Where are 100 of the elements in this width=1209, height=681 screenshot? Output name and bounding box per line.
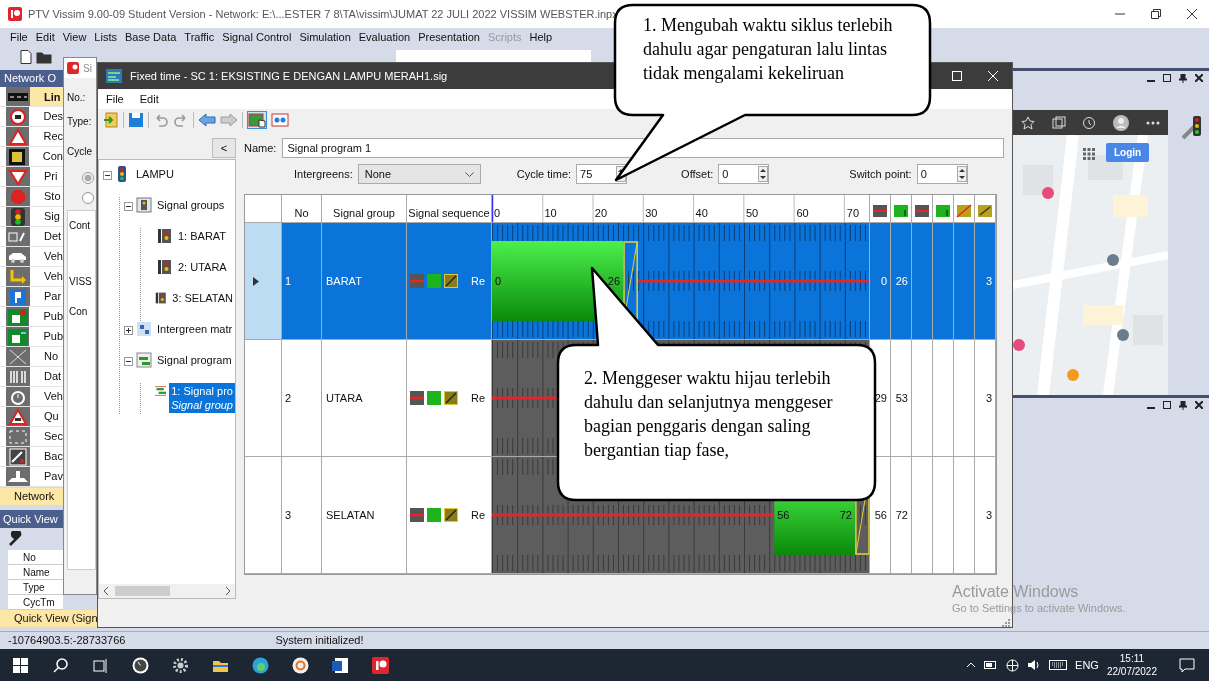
network-object-item[interactable]: Sig bbox=[0, 207, 63, 227]
table-cell: SELATAN bbox=[322, 457, 407, 574]
sequence-text: Re bbox=[470, 507, 486, 523]
panel-text: VISS bbox=[69, 276, 92, 287]
window-title: Si bbox=[83, 61, 92, 76]
attribute-label: Type bbox=[8, 580, 63, 595]
menu-item[interactable]: Edit bbox=[31, 28, 59, 46]
table-cell: UTARA bbox=[322, 340, 407, 457]
switch-point-field[interactable]: 0 bbox=[916, 164, 968, 184]
tree-item[interactable]: 1: Signal pro Signal group bbox=[169, 383, 235, 413]
menu-item[interactable]: Help bbox=[525, 28, 557, 46]
field-label: Type: bbox=[67, 116, 92, 127]
network-object-item[interactable]: Sec bbox=[0, 427, 63, 447]
network-object-item[interactable]: Qu bbox=[0, 407, 63, 427]
network-object-item[interactable]: Veh bbox=[0, 267, 63, 287]
tree-item[interactable]: 1: BARAT bbox=[176, 228, 229, 244]
sequence-text: Re bbox=[470, 273, 486, 289]
bar-label: 26 bbox=[607, 275, 621, 287]
window-title: Fixed time - SC 1: EKSISTING E DENGAN LAMPU MERAH1.sig bbox=[130, 68, 448, 84]
panel-text: Cont bbox=[69, 220, 91, 231]
bar-label: 56 bbox=[777, 509, 790, 521]
menu-item[interactable]: Lists bbox=[90, 28, 121, 46]
menu-item[interactable]: Simulation bbox=[295, 28, 355, 46]
menu-item[interactable]: Traffic bbox=[180, 28, 219, 46]
tree-item[interactable]: Signal program bbox=[155, 352, 234, 368]
tick-label: 50 bbox=[746, 205, 759, 221]
table-cell: 1 bbox=[282, 223, 322, 340]
table-cell: 3 bbox=[975, 457, 996, 574]
menu-item[interactable]: Signal Control bbox=[218, 28, 296, 46]
table-cell: 26 bbox=[891, 223, 912, 340]
panel-tab[interactable]: Quick View (Sign bbox=[0, 610, 97, 627]
login-button[interactable]: Login bbox=[1106, 143, 1150, 162]
network-object-item[interactable]: Par bbox=[0, 287, 63, 307]
attribute-label: Name bbox=[8, 565, 63, 580]
sequence-text: Re bbox=[470, 390, 486, 406]
tree-item[interactable]: LAMPU bbox=[134, 166, 176, 182]
menu-item[interactable]: Presentation bbox=[414, 28, 484, 46]
network-object-item[interactable]: Pav bbox=[0, 467, 63, 487]
name-field[interactable]: Signal program 1 bbox=[282, 138, 1004, 158]
table-cell: 2 bbox=[282, 340, 322, 457]
network-object-item[interactable]: Dat bbox=[0, 367, 63, 387]
panel-title: Quick View bbox=[0, 510, 63, 528]
table-cell: 72 bbox=[891, 457, 912, 574]
tick-label: 20 bbox=[594, 205, 608, 221]
intergreens-dropdown[interactable]: None bbox=[357, 164, 481, 184]
tick-label: 0 bbox=[494, 205, 501, 221]
tree-item[interactable]: Signal groups bbox=[155, 197, 227, 213]
notice-title: Activate Windows bbox=[952, 582, 1080, 601]
cycle-time-field[interactable]: 75 bbox=[576, 164, 628, 184]
menu-item[interactable]: Base Data bbox=[121, 28, 181, 46]
tree-item[interactable]: 2: UTARA bbox=[176, 259, 229, 275]
bar-label: 72 bbox=[839, 509, 852, 521]
network-object-item[interactable]: Bac bbox=[0, 447, 63, 467]
coordinates-text: -10764903.5:-28733766 bbox=[8, 632, 126, 648]
network-object-item[interactable]: Pub bbox=[0, 307, 63, 327]
field-label: Cycle bbox=[67, 146, 92, 157]
menu-item[interactable]: View bbox=[58, 28, 91, 46]
callout-text: 2. Menggeser waktu hijau terlebih dahulu dan selanjutnya menggeser bagian penggaris dengan saling bergantian tiap fase, bbox=[584, 367, 834, 462]
table-cell: 3 bbox=[975, 340, 996, 457]
menu-item[interactable]: Edit bbox=[139, 90, 159, 108]
tree-item[interactable]: 3: SELATAN bbox=[170, 290, 235, 306]
table-cell: 3 bbox=[975, 223, 996, 340]
tick-label: 30 bbox=[645, 205, 658, 221]
table-cell: 0 bbox=[870, 223, 891, 340]
panel-text: Con bbox=[69, 306, 88, 317]
language-indicator[interactable]: ENG bbox=[1075, 656, 1099, 674]
network-object-item[interactable]: Veh bbox=[0, 247, 63, 267]
menu-item[interactable]: File bbox=[106, 90, 124, 108]
collapse-panel-button[interactable]: < bbox=[212, 138, 236, 158]
field-label: Cycle time: bbox=[516, 166, 572, 182]
table-cell: 3 bbox=[282, 457, 322, 574]
bar-label: 0 bbox=[495, 275, 502, 287]
field-label: Intergreens: bbox=[294, 166, 353, 182]
callout-text: 1. Mengubah waktu siklus terlebih dahulu agar pengaturan lalu lintas tidak mengalami kekeliruan bbox=[643, 14, 894, 85]
field-label: No.: bbox=[67, 92, 86, 103]
network-object-item[interactable]: Pub bbox=[0, 327, 63, 347]
tick-label: 40 bbox=[695, 205, 708, 221]
network-object-item[interactable]: Det bbox=[0, 227, 63, 247]
window-title: PTV Vissim 9.00-09 Student Version - Network: E:\...ESTER 7 8\TA\vissim\JUMAT 22 JULI 2022 VISSIM WEBSTER.inpx bbox=[28, 6, 618, 22]
tick-label: 60 bbox=[796, 205, 809, 221]
attribute-label: No bbox=[8, 550, 63, 565]
field-label: Name: bbox=[244, 140, 277, 156]
network-object-item[interactable]: Con bbox=[0, 147, 63, 167]
network-object-item[interactable]: Rec bbox=[0, 127, 63, 147]
table-cell: BARAT bbox=[322, 223, 407, 340]
clock[interactable]: 15:11 22/07/2022 bbox=[1106, 652, 1157, 678]
tree-item[interactable]: Intergreen matr bbox=[155, 321, 235, 337]
table-cell: 53 bbox=[891, 340, 912, 457]
field-label: Switch point: bbox=[849, 166, 912, 182]
menu-item[interactable]: File bbox=[6, 28, 32, 46]
panel-title: Network O bbox=[0, 70, 63, 87]
panel-tab[interactable]: Network bbox=[0, 488, 63, 505]
menu-item[interactable]: Evaluation bbox=[354, 28, 415, 46]
network-object-item[interactable]: No bbox=[0, 347, 63, 367]
field-label: Offset: bbox=[681, 166, 714, 182]
network-object-item[interactable]: Pri bbox=[0, 167, 63, 187]
tick-label: 70 bbox=[846, 205, 860, 221]
attribute-label: CycTm bbox=[8, 595, 63, 610]
offset-field[interactable]: 0 bbox=[718, 164, 770, 184]
network-object-item[interactable]: Lin bbox=[0, 87, 63, 107]
